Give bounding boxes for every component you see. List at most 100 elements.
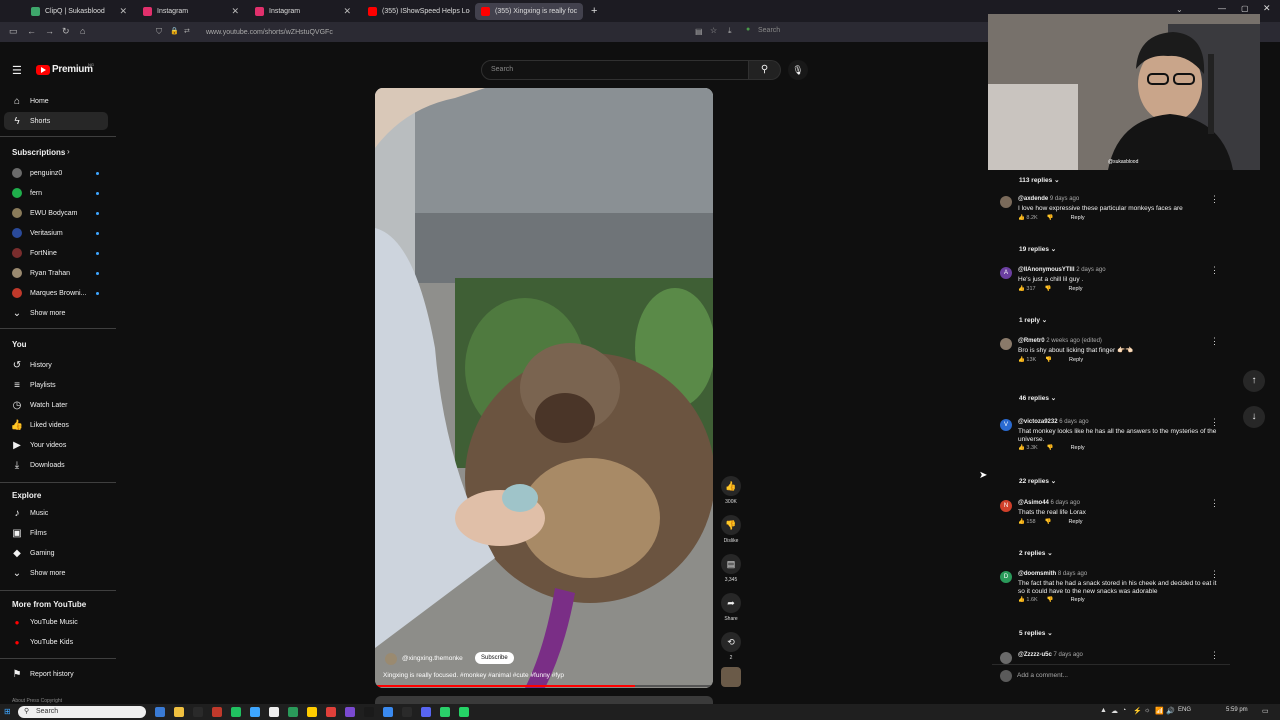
share-icon[interactable]: ➦ — [721, 593, 741, 613]
taskbar-app-icon[interactable] — [212, 707, 222, 717]
reply-button[interactable]: Reply — [1068, 286, 1082, 292]
more-options-icon[interactable]: ⋮ — [1210, 650, 1219, 661]
sidebar-more-1[interactable]: ● YouTube Kids — [4, 633, 108, 651]
sidebar-report-history[interactable]: ⚑ Report history — [4, 665, 108, 683]
sidebar-sub-0[interactable]: penguinz0 — [4, 164, 108, 182]
more-options-icon[interactable]: ⋮ — [1210, 194, 1219, 205]
sidebar-show-more[interactable]: ⌄ Show more — [4, 304, 108, 322]
new-tab-button[interactable]: + — [591, 5, 597, 17]
start-menu-icon[interactable]: ⊞ — [4, 707, 11, 716]
thumbs-down-icon[interactable]: 👎 — [1047, 445, 1054, 451]
tab-list-chevron-icon[interactable]: ⌄ — [1176, 5, 1183, 14]
sidebar-you-0[interactable]: ↺ History — [4, 356, 108, 374]
comment-like-button[interactable]: 👍 317 — [1018, 286, 1036, 292]
comment-like-button[interactable]: 👍 3.3K — [1018, 445, 1038, 451]
thumbs-down-icon[interactable]: 👎 — [1047, 597, 1054, 603]
taskbar-app-icon[interactable] — [288, 707, 298, 717]
minimize-icon[interactable]: — — [1218, 4, 1226, 13]
taskbar-app-icon[interactable] — [383, 707, 393, 717]
sidebar-sub-2[interactable]: EWU Bodycam — [4, 204, 108, 222]
comment-like-button[interactable]: 👍 1.6K — [1018, 597, 1038, 603]
thumbs-down-icon[interactable]: 👎 — [721, 515, 741, 535]
replies-toggle[interactable]: 22 replies ⌄ — [1019, 477, 1056, 485]
replies-toggle[interactable]: 113 replies ⌄ — [1019, 176, 1060, 184]
taskbar-app-icon[interactable] — [459, 707, 469, 717]
thumbs-up-icon[interactable]: 👍 — [721, 476, 741, 496]
tab-3[interactable]: (355) IShowSpeed Helps Logan✕ — [362, 3, 470, 20]
subscriptions-heading[interactable]: Subscriptions — [12, 148, 65, 157]
taskbar-app-icon[interactable] — [174, 707, 184, 717]
reply-button[interactable]: Reply — [1071, 597, 1085, 603]
system-tray-icon[interactable]: ◔ — [1122, 707, 1126, 714]
progress-track[interactable] — [375, 685, 713, 687]
comment-author[interactable]: @Rmetr0 — [1018, 338, 1045, 344]
previous-short-button[interactable]: ↑ — [1243, 370, 1265, 392]
system-tray-icon[interactable]: 🔊 — [1166, 707, 1175, 715]
replies-toggle[interactable]: 5 replies ⌄ — [1019, 629, 1053, 637]
short-video-player[interactable]: @xingxing.themonke Subscribe Xingxing is… — [375, 88, 713, 688]
sidebar-sub-6[interactable]: Marques Browni... — [4, 284, 108, 302]
sidebar-you-4[interactable]: ▶ Your videos — [4, 436, 108, 454]
like-action[interactable]: 👍 300K — [721, 476, 741, 505]
sidebar-sub-1[interactable]: fern — [4, 184, 108, 202]
taskbar-app-icon[interactable] — [421, 707, 431, 717]
reply-button[interactable]: Reply — [1071, 445, 1085, 451]
tab-close-icon[interactable]: ✕ — [231, 6, 239, 17]
thumbs-down-icon[interactable]: 👎 — [1047, 215, 1054, 221]
tab-0[interactable]: ClipQ | Sukasblood ✕ — [25, 3, 133, 20]
sidebar-you-2[interactable]: ◷ Watch Later — [4, 396, 108, 414]
replies-toggle[interactable]: 46 replies ⌄ — [1019, 394, 1056, 402]
channel-avatar[interactable] — [385, 653, 397, 665]
reader-view-icon[interactable]: ▤ — [695, 27, 703, 36]
taskbar-app-icon[interactable] — [269, 707, 279, 717]
next-short-preview[interactable] — [375, 696, 713, 704]
more-options-icon[interactable]: ⋮ — [1210, 569, 1219, 580]
sidebar-sub-3[interactable]: Veritasium — [4, 224, 108, 242]
comment-like-button[interactable]: 👍 8.2K — [1018, 215, 1038, 221]
more-options-icon[interactable]: ⋮ — [1210, 265, 1219, 276]
sidebar-you-3[interactable]: 👍 Liked videos — [4, 416, 108, 434]
system-tray-icon[interactable]: ▲ — [1100, 707, 1107, 714]
language-indicator[interactable]: ENG — [1178, 707, 1191, 713]
more-options-icon[interactable]: ⋮ — [1210, 336, 1219, 347]
voice-search-button[interactable]: 🎙 — [788, 60, 808, 80]
comment-avatar[interactable]: D — [1000, 571, 1012, 583]
comment-author[interactable]: @Asimo44 — [1018, 500, 1049, 506]
comment-icon[interactable]: ▤ — [721, 554, 741, 574]
sidebar-you-5[interactable]: ⤓ Downloads — [4, 456, 108, 474]
comment-author[interactable]: @victoza9232 — [1018, 419, 1058, 425]
tab-2[interactable]: Instagram ✕ — [249, 3, 357, 20]
sidebar-sub-4[interactable]: FortNine — [4, 244, 108, 262]
you-heading[interactable]: You — [12, 340, 27, 349]
tab-close-icon[interactable]: ✕ — [343, 6, 351, 17]
sidebar-footer[interactable]: About Press Copyright — [12, 698, 62, 704]
comment-avatar[interactable] — [1000, 196, 1012, 208]
taskbar-app-icon[interactable] — [307, 707, 317, 717]
taskbar-app-icon[interactable] — [402, 707, 412, 717]
comment-like-button[interactable]: 👍 158 — [1018, 519, 1036, 525]
more-options-icon[interactable]: ⋮ — [1210, 498, 1219, 509]
tab-4[interactable]: (355) Xingxing is really foc ✕ — [475, 3, 583, 20]
yt-search-input[interactable]: Search — [481, 60, 749, 80]
extension-icon[interactable]: ● — [746, 26, 750, 33]
comment-author[interactable]: @Zzzzz-u5c — [1018, 652, 1052, 658]
comments-action[interactable]: ▤ 3,345 — [721, 554, 741, 583]
sidebar-sub-5[interactable]: Ryan Trahan — [4, 264, 108, 282]
taskbar-app-icon[interactable] — [193, 707, 203, 717]
subscribe-button[interactable]: Subscribe — [475, 652, 514, 664]
taskbar-app-icon[interactable] — [250, 707, 260, 717]
youtube-logo-icon[interactable] — [36, 65, 50, 75]
sidebar-explore-0[interactable]: ♪ Music — [4, 504, 108, 522]
close-window-icon[interactable]: ✕ — [1263, 3, 1271, 14]
thumbs-down-icon[interactable]: 👎 — [1045, 357, 1052, 363]
system-tray-icon[interactable]: ☁ — [1111, 707, 1118, 715]
remix-icon[interactable]: ⟲ — [721, 632, 741, 652]
remix-action[interactable]: ⟲ 2 — [721, 632, 741, 661]
bookmark-star-icon[interactable]: ☆ — [710, 26, 717, 35]
download-icon[interactable]: ⤓ — [728, 26, 732, 36]
reply-button[interactable]: Reply — [1071, 215, 1085, 221]
comment-author[interactable]: @doomsmith — [1018, 571, 1056, 577]
sidebar-more-0[interactable]: ● YouTube Music — [4, 613, 108, 631]
reload-icon[interactable]: ↻ — [62, 26, 70, 37]
comment-avatar[interactable] — [1000, 338, 1012, 350]
